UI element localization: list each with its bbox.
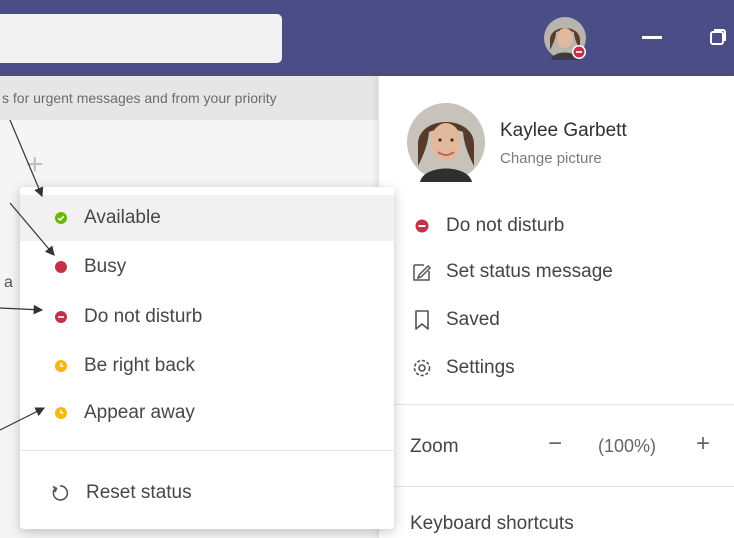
do-not-disturb-icon bbox=[410, 214, 434, 238]
settings-item[interactable]: Settings bbox=[410, 353, 515, 383]
saved-label: Saved bbox=[446, 309, 500, 330]
user-name: Kaylee Garbett bbox=[500, 120, 627, 141]
bookmark-icon bbox=[410, 308, 434, 332]
set-status-message-label: Set status message bbox=[446, 261, 613, 282]
status-appear-away[interactable]: Appear away bbox=[20, 390, 394, 436]
reset-status-button[interactable]: Reset status bbox=[20, 470, 394, 516]
reset-icon bbox=[52, 485, 69, 501]
search-input[interactable] bbox=[0, 14, 282, 63]
status-label: Busy bbox=[84, 256, 127, 277]
edit-message-icon bbox=[410, 260, 434, 284]
partial-text: a bbox=[4, 274, 13, 291]
saved-item[interactable]: Saved bbox=[410, 305, 500, 335]
status-label: Do not disturb bbox=[84, 306, 203, 327]
zoom-value: (100%) bbox=[598, 436, 657, 456]
current-status-item[interactable]: Do not disturb bbox=[410, 211, 564, 241]
keyboard-shortcuts-item[interactable]: Keyboard shortcuts bbox=[410, 513, 574, 535]
zoom-out-button[interactable]: − bbox=[548, 430, 562, 458]
available-icon bbox=[55, 212, 67, 224]
zoom-label: Zoom bbox=[410, 436, 459, 457]
maximize-icon[interactable] bbox=[709, 28, 727, 46]
zoom-in-button[interactable]: + bbox=[696, 430, 710, 458]
divider bbox=[394, 404, 734, 405]
settings-label: Settings bbox=[446, 357, 515, 378]
add-icon[interactable]: + bbox=[26, 148, 44, 182]
clock-icon bbox=[55, 360, 67, 372]
current-status-label: Do not disturb bbox=[446, 215, 565, 236]
clock-icon bbox=[55, 407, 67, 419]
status-busy[interactable]: Busy bbox=[20, 244, 394, 290]
priority-banner: s for urgent messages and from your prio… bbox=[0, 76, 378, 120]
profile-picture bbox=[407, 103, 485, 182]
gear-icon bbox=[410, 356, 434, 380]
minimize-icon[interactable] bbox=[642, 36, 662, 39]
do-not-disturb-icon bbox=[55, 311, 67, 323]
status-do-not-disturb[interactable]: Do not disturb bbox=[20, 294, 394, 340]
status-available[interactable]: Available bbox=[20, 195, 394, 241]
status-label: Appear away bbox=[84, 402, 195, 423]
busy-icon bbox=[55, 261, 67, 273]
status-label: Available bbox=[84, 207, 161, 228]
profile-avatar-button[interactable] bbox=[543, 16, 587, 60]
reset-status-label: Reset status bbox=[86, 482, 192, 503]
status-be-right-back[interactable]: Be right back bbox=[20, 343, 394, 389]
set-status-message-item[interactable]: Set status message bbox=[410, 257, 613, 287]
status-menu-divider bbox=[20, 450, 394, 451]
divider bbox=[394, 486, 734, 487]
status-label: Be right back bbox=[84, 355, 195, 376]
change-picture-link[interactable]: Change picture bbox=[500, 150, 602, 167]
